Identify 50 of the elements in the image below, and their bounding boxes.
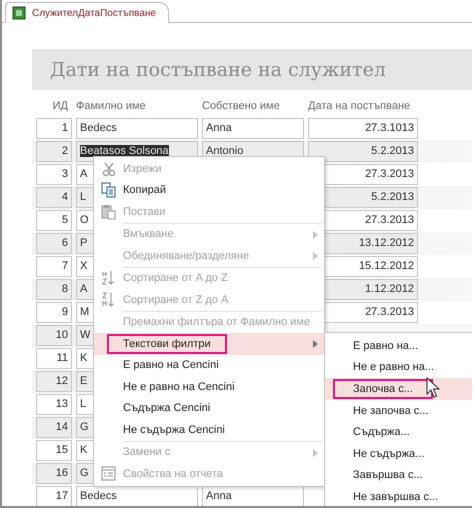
copy-icon	[101, 182, 116, 198]
menu-item[interactable]: Не е равно на Cencini	[94, 376, 324, 398]
table-cell: 8	[36, 279, 72, 300]
sort-ascending-icon	[101, 270, 116, 286]
table-cell: 15	[36, 440, 72, 461]
menu-item[interactable]: Е равно на...	[325, 335, 472, 357]
report-title: Дати на постъпване на служител	[50, 58, 386, 80]
menu-item[interactable]: Не съдържа Cencini	[94, 419, 324, 440]
menu-item[interactable]: Е равно на Cencini	[94, 354, 324, 376]
table-cell: 3	[36, 164, 72, 185]
table-cell: 16	[36, 463, 72, 484]
sort-descending-icon	[101, 292, 116, 308]
table-cell: 2	[36, 141, 72, 162]
table-cell: 5	[36, 210, 72, 231]
table-cell: 27.3.1013	[308, 118, 418, 139]
clipboard-icon	[101, 204, 116, 220]
menu-item[interactable]: Не е равно на...	[325, 356, 472, 378]
menu-item[interactable]: Не завършва с...	[325, 486, 472, 506]
table-cell[interactable]: Bedecs	[76, 486, 198, 506]
table-cell: Anna	[202, 486, 304, 506]
menu-item[interactable]: Не започва с...	[325, 400, 472, 422]
document-tab[interactable]: СлужителДатаПостъпване	[5, 2, 169, 23]
column-header: ИД	[52, 100, 69, 112]
table-cell: 4	[36, 187, 72, 208]
table-cell: 10	[36, 325, 72, 346]
table-cell: 1	[36, 118, 72, 139]
table-cell: 6	[36, 233, 72, 254]
table-cell: 13	[36, 394, 72, 415]
table-cell: 9	[36, 302, 72, 323]
table-cell[interactable]: Bedecs	[76, 118, 198, 139]
menu-item[interactable]: Текстови филтри	[94, 333, 324, 354]
table-cell: 12	[36, 371, 72, 392]
column-header: Дата на постъпване	[308, 100, 412, 112]
menu-item[interactable]: Завършва с...	[325, 464, 472, 486]
table-cell: 7	[36, 256, 72, 277]
table-cell: 17	[36, 486, 72, 506]
table-cell: Anna	[202, 118, 304, 139]
menu-item[interactable]: Не съдържа...	[325, 442, 472, 465]
table-cell: 11	[36, 348, 72, 369]
table-cell: 5.2.2013	[308, 141, 418, 162]
menu-item[interactable]: Съдържа...	[325, 421, 472, 443]
scissors-icon	[101, 160, 116, 177]
property-sheet-icon	[101, 466, 116, 482]
menu-item[interactable]: Започва с...	[325, 378, 472, 400]
report-icon	[12, 6, 26, 20]
menu-item[interactable]: Съдържа Cencini	[94, 398, 324, 419]
table-cell: 14	[36, 417, 72, 438]
mouse-pointer-icon	[426, 377, 440, 399]
column-header: Собствено име	[202, 100, 281, 112]
column-header: Фамилно име	[76, 100, 147, 112]
